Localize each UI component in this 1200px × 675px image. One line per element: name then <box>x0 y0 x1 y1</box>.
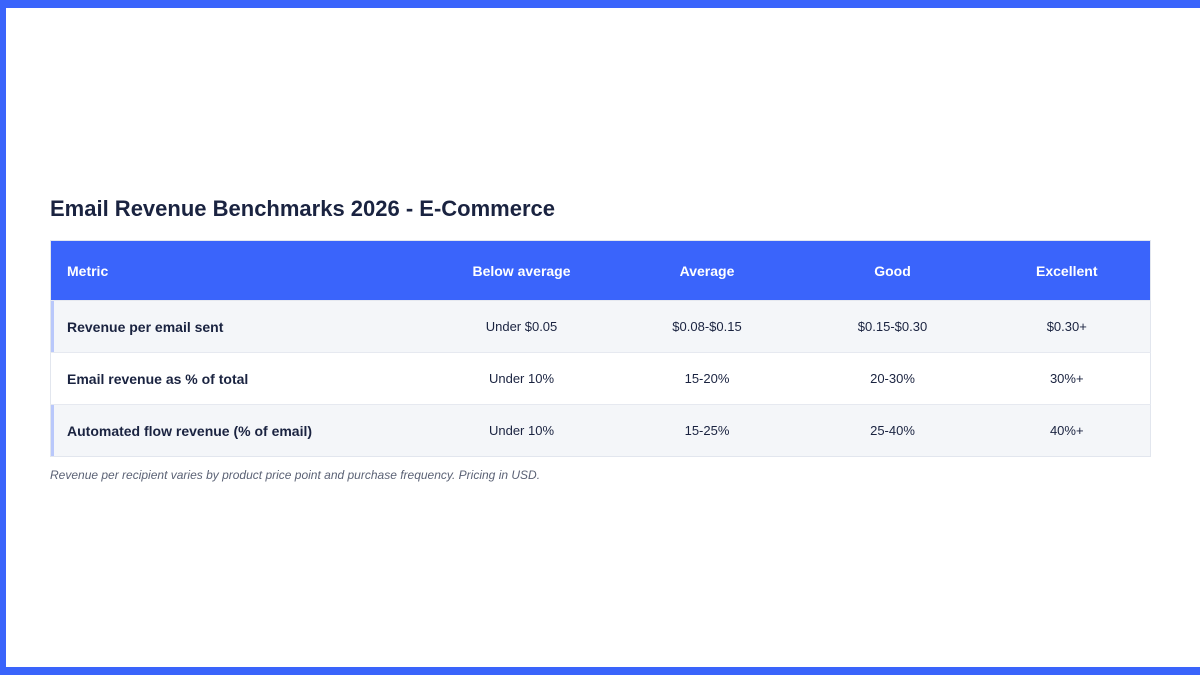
cell-average: 15-25% <box>684 423 730 438</box>
header-below-average: Below average <box>472 262 571 279</box>
cell-average: $0.08-$0.15 <box>672 319 742 334</box>
cell-below-average: Under $0.05 <box>485 319 558 334</box>
cell-good: $0.15-$0.30 <box>857 319 928 334</box>
benchmark-table: Metric Below average Average Good Excell… <box>50 240 1151 457</box>
table-header-row: Metric Below average Average Good Excell… <box>50 240 1151 301</box>
header-metric: Metric <box>67 262 109 279</box>
cell-excellent: 40%+ <box>1049 423 1084 438</box>
header-good: Good <box>874 262 911 279</box>
cell-below-average: Under 10% <box>488 423 555 438</box>
row-metric-label: Email revenue as % of total <box>67 370 249 387</box>
cell-average: 15-20% <box>684 371 730 386</box>
table-footnote: Revenue per recipient varies by product … <box>50 468 541 482</box>
cell-below-average: Under 10% <box>488 371 555 386</box>
row-metric-label: Revenue per email sent <box>51 301 431 353</box>
cell-excellent: $0.30+ <box>1046 319 1087 334</box>
page-title: Email Revenue Benchmarks 2026 - E-Commer… <box>50 196 556 221</box>
table-row: Revenue per email sent Under $0.05 $0.08… <box>50 300 1151 353</box>
header-average: Average <box>679 262 735 279</box>
header-excellent: Excellent <box>1036 262 1098 279</box>
benchmark-section: Email Revenue Benchmarks 2026 - E-Commer… <box>50 196 1151 482</box>
cell-good: 20-30% <box>870 371 915 386</box>
table-row: Email revenue as % of total Under 10% 15… <box>50 352 1151 405</box>
table-row: Automated flow revenue (% of email) Unde… <box>50 404 1151 457</box>
row-metric-label: Automated flow revenue (% of email) <box>51 405 431 457</box>
cell-good: 25-40% <box>870 423 915 438</box>
cell-excellent: 30%+ <box>1049 371 1084 386</box>
